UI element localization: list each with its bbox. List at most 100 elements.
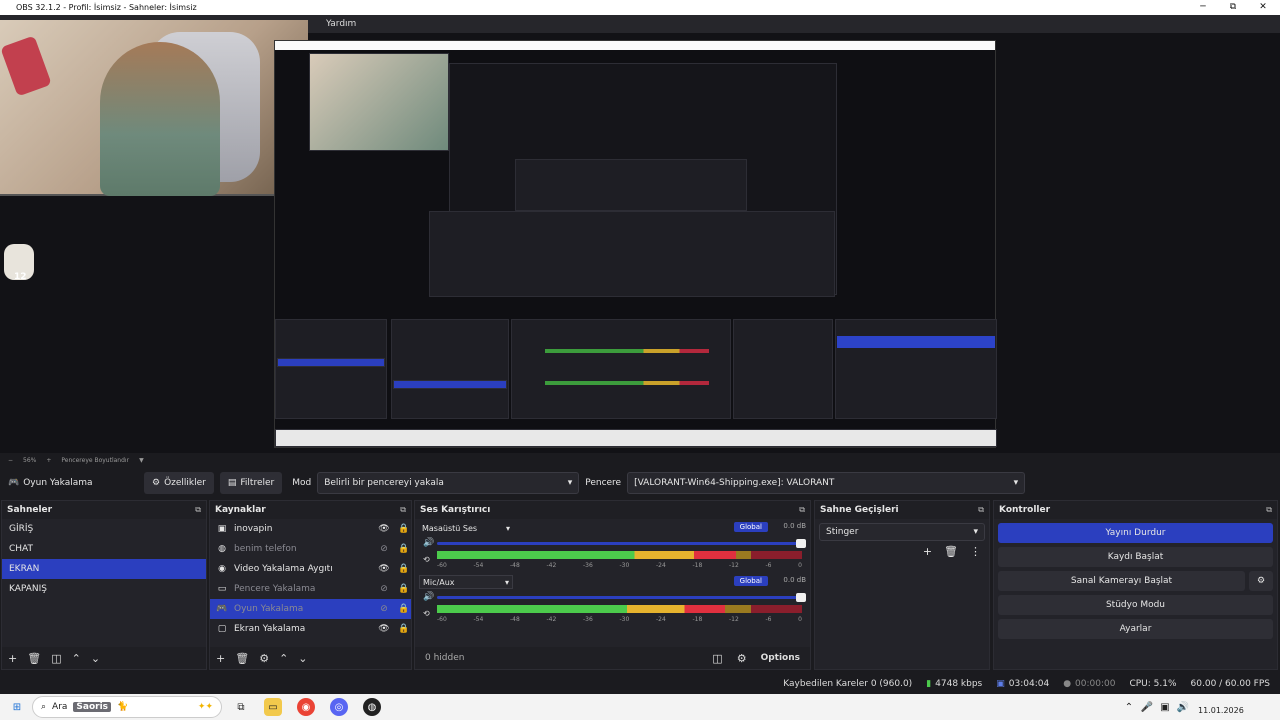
tray-chevron-icon[interactable]: ⌃: [1120, 698, 1138, 716]
studio-mode-button[interactable]: Stüdyo Modu: [998, 595, 1273, 615]
monitor-icon[interactable]: ⟲: [423, 555, 430, 564]
taskbar-search[interactable]: ⌕ Ara Saoris 🐈 ✦✦: [32, 696, 222, 718]
undock-icon[interactable]: ⧉: [195, 505, 201, 515]
monitor-icon[interactable]: ⟲: [423, 609, 430, 618]
undock-icon[interactable]: ⧉: [400, 505, 406, 515]
eye-icon[interactable]: 👁: [377, 564, 391, 574]
source-item[interactable]: ▭ Pencere Yakalama ⊘ 🔒: [210, 579, 411, 599]
undock-icon[interactable]: ⧉: [978, 505, 984, 515]
volume-knob[interactable]: [796, 539, 806, 548]
gear-icon[interactable]: ⚙: [259, 652, 269, 665]
source-item[interactable]: ▣ inovapin 👁 🔒: [210, 519, 411, 539]
undock-icon[interactable]: ⧉: [1266, 505, 1272, 515]
minimize-button[interactable]: ─: [1188, 0, 1218, 15]
stop-stream-button[interactable]: Yayını Durdur: [998, 523, 1273, 543]
filters-button[interactable]: ▤ Filtreler: [219, 472, 283, 494]
zoom-mode-dropdown-icon[interactable]: ▼: [139, 457, 144, 464]
more-icon[interactable]: ⋮: [970, 545, 981, 558]
channel-name-dropdown[interactable]: Mic/Aux ▾: [419, 575, 513, 589]
scene-item[interactable]: EKRAN: [2, 559, 206, 579]
scenes-footer: + 🗑 ◫ ⌃ ⌄: [2, 647, 206, 669]
source-item[interactable]: 🎮 Oyun Yakalama ⊘ 🔒: [210, 599, 411, 619]
virtual-cam-button[interactable]: Sanal Kamerayı Başlat: [998, 571, 1245, 591]
eye-off-icon[interactable]: ⊘: [377, 544, 391, 554]
advanced-audio-icon[interactable]: ⚙: [737, 652, 747, 665]
source-list: ▣ inovapin 👁 🔒 ◍ benim telefon ⊘ 🔒 ◉ Video Yakala…: [210, 519, 411, 639]
speaker-icon[interactable]: 🔊: [423, 592, 434, 602]
lock-icon[interactable]: 🔒: [397, 604, 411, 614]
gear-icon[interactable]: ⚙: [1249, 571, 1273, 591]
source-item[interactable]: ▢ Ekran Yakalama 👁 🔒: [210, 619, 411, 639]
add-transition-button[interactable]: +: [923, 545, 932, 558]
trash-icon[interactable]: 🗑: [235, 652, 249, 665]
layout-icon[interactable]: ◫: [712, 652, 722, 665]
signal-icon: ▮: [926, 679, 932, 689]
lock-icon[interactable]: 🔒: [397, 524, 411, 534]
mode-select[interactable]: Belirli bir pencereyi yakala ▾: [317, 472, 580, 494]
eye-icon[interactable]: 👁: [377, 524, 391, 534]
add-scene-button[interactable]: +: [8, 652, 17, 665]
file-explorer-icon[interactable]: ▭: [264, 698, 282, 716]
streamer-shape: [100, 42, 220, 196]
record-timer: ● 00:00:00: [1063, 679, 1115, 689]
speaker-icon[interactable]: 🔊: [423, 538, 434, 548]
bitrate: 4748 kbps: [935, 679, 983, 689]
taskbar-date[interactable]: 11.01.2026: [1198, 706, 1244, 715]
discord-icon[interactable]: ◎: [330, 698, 348, 716]
transition-select[interactable]: Stinger ▾: [819, 523, 985, 541]
chrome-icon[interactable]: ◉: [297, 698, 315, 716]
network-icon[interactable]: ▣: [1156, 698, 1174, 716]
window-select[interactable]: [VALORANT-Win64-Shipping.exe]: VALORANT …: [627, 472, 1026, 494]
scene-item[interactable]: GİRİŞ: [2, 519, 206, 539]
task-view-icon[interactable]: ⧉: [232, 698, 250, 716]
lock-icon[interactable]: 🔒: [397, 584, 411, 594]
scene-item[interactable]: CHAT: [2, 539, 206, 559]
zoom-out-button[interactable]: −: [8, 457, 13, 464]
undock-icon[interactable]: ⧉: [799, 505, 805, 515]
chevron-down-icon: ▾: [973, 527, 978, 537]
source-item[interactable]: ◍ benim telefon ⊘ 🔒: [210, 539, 411, 559]
volume-slider[interactable]: [437, 593, 806, 602]
eye-off-icon[interactable]: ⊘: [377, 584, 391, 594]
move-up-button[interactable]: ⌃: [279, 652, 288, 665]
microphone-icon[interactable]: 🎤: [1138, 698, 1156, 716]
channel-name-dropdown[interactable]: Masaüstü Ses ▾: [419, 521, 513, 535]
lock-icon[interactable]: 🔒: [397, 624, 411, 634]
volume-slider[interactable]: [437, 539, 806, 548]
window-label: Pencere: [585, 478, 622, 488]
trash-icon[interactable]: 🗑: [944, 545, 958, 558]
maximize-button[interactable]: ⧉: [1218, 0, 1248, 15]
meter-tick-label: -54: [473, 616, 484, 623]
move-up-button[interactable]: ⌃: [72, 652, 81, 665]
image-icon: ▣: [217, 524, 227, 534]
zoom-mode[interactable]: Pencereye Boyutlandır: [61, 457, 129, 464]
scene-item[interactable]: KAPANIŞ: [2, 579, 206, 599]
meter-tick-label: -42: [546, 616, 557, 623]
obs-icon[interactable]: ◍: [363, 698, 381, 716]
filter-icon: ▤: [227, 478, 237, 488]
eye-icon[interactable]: 👁: [377, 624, 391, 634]
add-source-button[interactable]: +: [216, 652, 225, 665]
eye-off-icon[interactable]: ⊘: [377, 604, 391, 614]
close-button[interactable]: ✕: [1248, 0, 1278, 15]
source-item[interactable]: ◉ Video Yakalama Aygıtı 👁 🔒: [210, 559, 411, 579]
zoom-in-button[interactable]: +: [46, 457, 51, 464]
volume-knob[interactable]: [796, 593, 806, 602]
move-down-button[interactable]: ⌄: [91, 652, 100, 665]
scene-filters-button[interactable]: ◫: [51, 652, 61, 665]
transition-actions: + 🗑 ⋮: [815, 541, 989, 562]
settings-button[interactable]: Ayarlar: [998, 619, 1273, 639]
windows-start-icon[interactable]: ⊞: [8, 698, 26, 716]
cat-overlay-icon: 12: [4, 244, 34, 282]
properties-button[interactable]: ⚙ Özellikler: [144, 472, 214, 494]
lock-icon[interactable]: 🔒: [397, 544, 411, 554]
speaker-icon[interactable]: 🔊: [1174, 698, 1192, 716]
options-button[interactable]: Options: [761, 653, 800, 663]
sparkle-icon: ✦✦: [197, 702, 213, 712]
move-down-button[interactable]: ⌄: [298, 652, 307, 665]
start-record-button[interactable]: Kaydı Başlat: [998, 547, 1273, 567]
menu-help[interactable]: Yardım: [326, 19, 356, 29]
lock-icon[interactable]: 🔒: [397, 564, 411, 574]
scenes-dock-title: Sahneler ⧉: [2, 501, 206, 519]
trash-icon[interactable]: 🗑: [27, 652, 41, 665]
